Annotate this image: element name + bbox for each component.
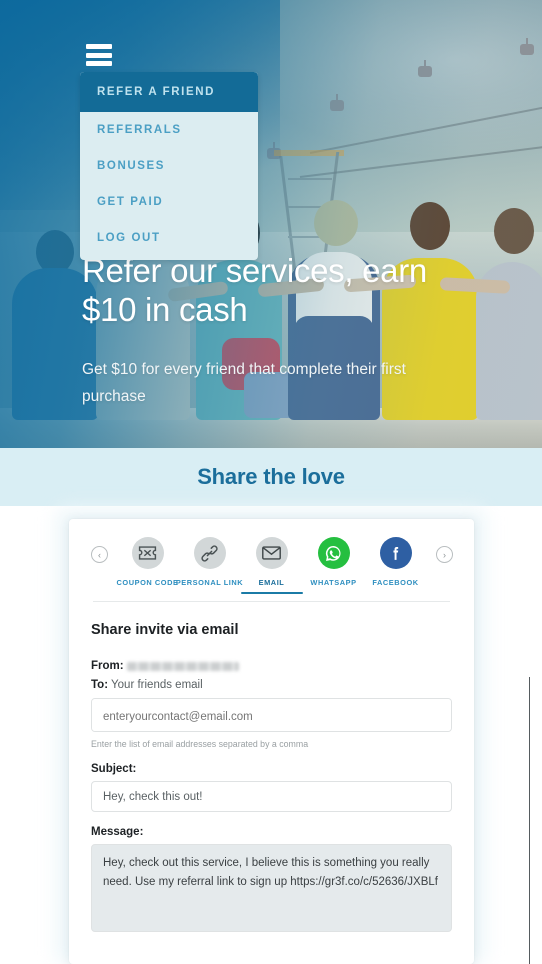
to-row: To: Your friends email [91,679,452,691]
recipient-hint: Enter the list of email addresses separa… [91,739,309,749]
tab-email[interactable]: EMAIL [240,537,303,594]
hamburger-bar-2 [86,52,112,58]
coupon-ticket-icon [131,537,164,569]
tab-whatsapp[interactable]: WHATSAPP [303,537,365,587]
message-input[interactable]: Hey, check out this service, I believe t… [91,844,452,932]
menu-item-referrals[interactable]: REFERRALS [80,112,258,148]
share-card: ‹ › COUPON CODE PERSONAL LINK EMAIL WHAT… [69,519,474,964]
hero-subtitle: Get $10 for every friend that complete t… [82,360,406,405]
facebook-icon [379,537,412,569]
share-card-area: ‹ › COUPON CODE PERSONAL LINK EMAIL WHAT… [0,506,542,964]
tab-coupon-code[interactable]: COUPON CODE [117,537,179,587]
share-banner-title: Share the love [197,464,345,489]
to-label: To: [91,679,109,691]
menu-item-get-paid[interactable]: GET PAID [80,184,258,220]
from-email-redacted [126,662,239,671]
envelope-icon [255,537,288,569]
share-channel-tabs: ‹ › COUPON CODE PERSONAL LINK EMAIL WHAT… [69,519,474,602]
menu-item-log-out[interactable]: LOG OUT [80,220,258,256]
menu-item-bonuses[interactable]: BONUSES [80,148,258,184]
hamburger-bar-1 [86,44,112,49]
tab-label-email: EMAIL [258,578,285,587]
whatsapp-icon [317,537,350,569]
tab-active-underline [240,591,303,594]
subject-label: Subject: [91,763,137,775]
chain-link-icon [193,537,226,569]
share-the-love-banner: Share the love [0,448,542,506]
tabs-divider [93,601,450,602]
panel-edge-divider [529,677,530,964]
tab-facebook[interactable]: FACEBOOK [365,537,427,587]
from-label: From: [91,660,124,672]
tabs-list: COUPON CODE PERSONAL LINK EMAIL WHATSAPP… [69,537,474,594]
tab-label-personal-link: PERSONAL LINK [175,578,244,587]
hero-section: REFER A FRIEND REFERRALS BONUSES GET PAI… [0,0,542,448]
hero-title: Refer our services, earn $10 in cash [82,252,427,328]
tab-label-facebook: FACEBOOK [372,578,419,587]
to-value: Your friends email [111,679,203,691]
menu-item-refer-a-friend[interactable]: REFER A FRIEND [80,72,258,112]
email-share-form: Share invite via email From: To: Your fr… [69,602,474,932]
tabs-next-arrow-icon[interactable]: › [436,546,453,563]
from-row: From: [91,660,452,672]
hamburger-icon[interactable] [86,44,112,66]
hamburger-bar-3 [86,61,112,66]
form-heading: Share invite via email [91,622,239,638]
message-label: Message: [91,826,144,838]
recipient-emails-input[interactable] [91,698,452,732]
tab-label-coupon-code: COUPON CODE [116,578,179,587]
main-navigation-menu[interactable]: REFER A FRIEND REFERRALS BONUSES GET PAI… [80,72,258,260]
hero-text-block: Refer our services, earn $10 in cash Get… [82,252,462,410]
tab-personal-link[interactable]: PERSONAL LINK [175,537,244,587]
subject-input[interactable] [91,781,452,812]
tab-label-whatsapp: WHATSAPP [310,578,357,587]
tabs-prev-arrow-icon[interactable]: ‹ [91,546,108,563]
